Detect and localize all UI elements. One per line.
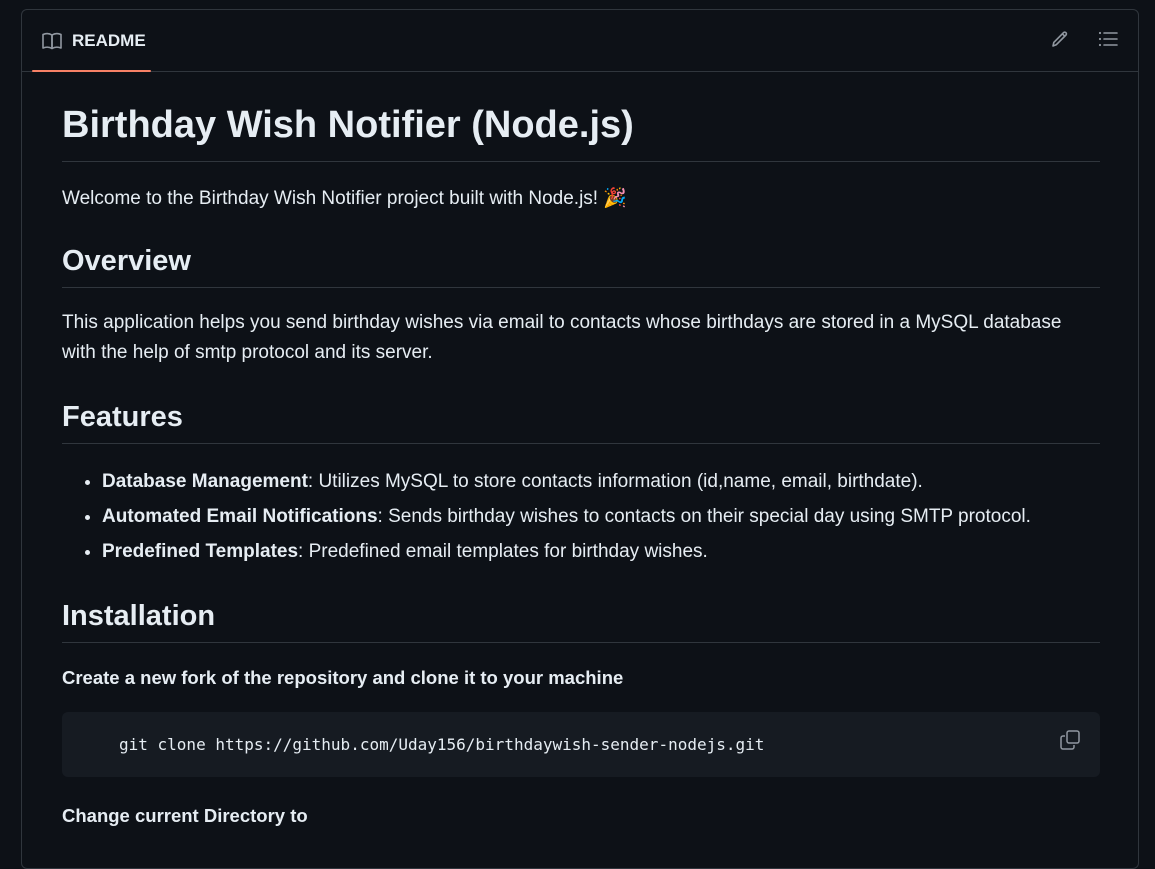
feature-desc: : Predefined email templates for birthda… [298,541,708,562]
list-unordered-icon[interactable] [1098,30,1118,48]
feature-desc: : Utilizes MySQL to store contacts infor… [307,471,923,492]
feature-desc: : Sends birthday wishes to contacts on t… [377,506,1031,527]
feature-name: Predefined Templates [102,541,299,562]
pencil-icon[interactable] [1051,30,1069,48]
heading-overview: Overview [62,242,1100,288]
list-item: Database Management: Utilizes MySQL to s… [102,464,1100,499]
intro-text: Welcome to the Birthday Wish Notifier pr… [62,188,628,209]
list-item: Automated Email Notifications: Sends bir… [102,499,1100,534]
readme-panel: README Birthday Wish Notifier (Node.js) … [21,9,1139,869]
heading-features: Features [62,398,1100,444]
readme-header: README [22,10,1138,72]
header-actions [1051,30,1118,48]
readme-tab[interactable]: README [32,10,151,72]
page-title: Birthday Wish Notifier (Node.js) [62,101,1100,162]
feature-name: Automated Email Notifications [102,506,378,527]
copy-icon[interactable] [1060,730,1080,750]
heading-installation: Installation [62,597,1100,643]
feature-name: Database Management [102,471,308,492]
features-list: Database Management: Utilizes MySQL to s… [62,464,1100,569]
step-fork-clone: Create a new fork of the repository and … [62,667,624,688]
list-item: Predefined Templates: Predefined email t… [102,534,1100,569]
readme-content: Birthday Wish Notifier (Node.js) Welcome… [62,101,1100,831]
code-git-clone[interactable]: git clone https://github.com/Uday156/bir… [119,735,764,754]
code-block[interactable]: git clone https://github.com/Uday156/bir… [62,712,1100,777]
readme-tab-label: README [72,30,146,50]
active-tab-indicator [32,70,151,72]
step-change-directory: Change current Directory to [62,805,308,826]
book-icon [42,32,62,50]
overview-text: This application helps you send birthday… [62,312,1062,363]
